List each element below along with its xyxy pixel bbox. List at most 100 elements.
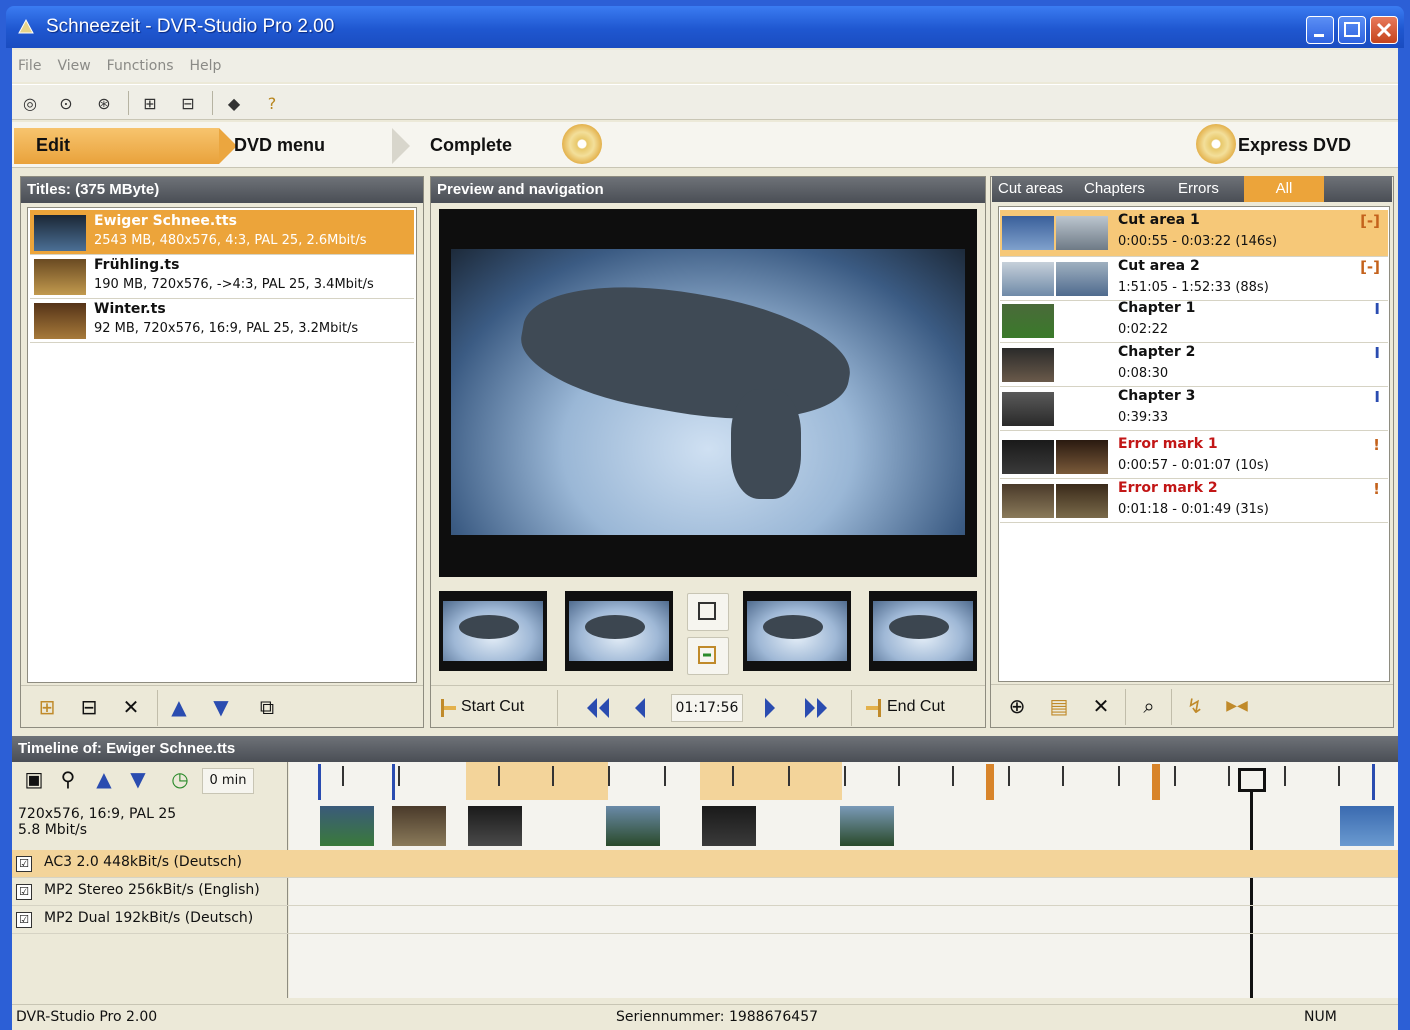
tab-chapters[interactable]: Chapters [1084, 176, 1145, 202]
cut-area-icon: [-] [1360, 212, 1380, 230]
error-mark-item[interactable]: Error mark 1 0:00:57 - 0:01:07 (10s) ! [1000, 434, 1388, 479]
mark-name: Cut area 2 [1118, 258, 1200, 274]
add-title-icon[interactable]: ⊞ [33, 694, 61, 720]
chapter-item[interactable]: Chapter 3 0:39:33 I [1000, 386, 1388, 431]
chapter-marker[interactable] [318, 764, 321, 800]
settings-icon[interactable]: ▣ [20, 766, 48, 792]
delete-icon[interactable]: ✕ [1087, 693, 1115, 719]
search-mark-icon[interactable]: ⌕ [1135, 693, 1163, 719]
mark-name: Cut area 1 [1118, 212, 1200, 228]
chevron-right-icon [392, 128, 410, 164]
snapshot-button[interactable] [687, 593, 729, 631]
zoom-display[interactable]: 0 min [202, 768, 254, 794]
move-down-icon[interactable]: ▼ [207, 694, 235, 720]
preview-thumbnail[interactable] [743, 591, 851, 671]
chapter-item[interactable]: Chapter 1 0:02:22 I [1000, 298, 1388, 343]
video-preview[interactable] [439, 209, 977, 577]
rewind-icon[interactable] [585, 696, 611, 720]
menu-file[interactable]: File [18, 50, 41, 82]
open-disc-icon[interactable]: ⊙ [54, 92, 78, 114]
ruler-tick [498, 766, 500, 786]
tab-cut-areas[interactable]: Cut areas [998, 176, 1063, 202]
menu-help[interactable]: Help [190, 50, 222, 82]
start-cut-button[interactable]: Start Cut [461, 698, 524, 716]
maximize-button[interactable] [1338, 16, 1366, 44]
mark-time: 0:00:57 - 0:01:07 (10s) [1118, 458, 1269, 473]
help-icon[interactable]: ? [260, 92, 284, 114]
title-item[interactable]: Ewiger Schnee.tts 2543 MB, 480x576, 4:3,… [30, 210, 414, 255]
cut-area-icon: [-] [1360, 258, 1380, 276]
workflow-dvd-menu-tab[interactable]: DVD menu [234, 135, 325, 156]
timeline-thumbnail [320, 806, 374, 846]
zoom-out-icon[interactable]: ▼ [124, 766, 152, 792]
cut-marker-icon[interactable]: ▶◀ [1223, 693, 1251, 719]
playhead-handle[interactable] [1238, 768, 1266, 792]
add-file-icon[interactable]: ⊟ [75, 694, 103, 720]
status-app: DVR-Studio Pro 2.00 [16, 1009, 158, 1025]
error-marker[interactable] [986, 764, 994, 800]
zoom-in-icon[interactable]: ▲ [90, 766, 118, 792]
workflow-complete-tab[interactable]: Complete [430, 135, 512, 156]
mark-time: 0:01:18 - 0:01:49 (31s) [1118, 502, 1269, 517]
jump-button[interactable] [687, 637, 729, 675]
checkbox[interactable]: ☑ [16, 884, 32, 900]
mark-time: 1:51:05 - 1:52:33 (88s) [1118, 280, 1269, 295]
preview-thumbnail[interactable] [439, 591, 547, 671]
add-mark-icon[interactable]: ⊕ [1003, 693, 1031, 719]
audio-track[interactable]: ☑ AC3 2.0 448kBit/s (Deutsch) [12, 850, 1398, 878]
timecode-display[interactable]: 01:17:56 [671, 694, 743, 722]
info-icon[interactable]: ◆ [222, 92, 246, 114]
end-cut-button[interactable]: End Cut [887, 698, 945, 716]
express-dvd-button[interactable]: Express DVD [1238, 135, 1351, 156]
mark-thumbnail [1056, 484, 1108, 518]
chapter-item[interactable]: Chapter 2 0:08:30 I [1000, 342, 1388, 387]
chapter-marker[interactable] [1372, 764, 1375, 800]
window-title: Schneezeit - DVR-Studio Pro 2.00 [46, 16, 335, 37]
step-back-icon[interactable] [631, 696, 647, 720]
move-up-icon[interactable]: ▲ [165, 694, 193, 720]
tab-all[interactable]: All [1244, 176, 1324, 202]
menu-functions[interactable]: Functions [107, 50, 174, 82]
checkbox[interactable]: ☑ [16, 912, 32, 928]
audio-track[interactable]: ☑ MP2 Stereo 256kBit/s (English) [12, 878, 1398, 906]
clock-icon[interactable]: ◷ [166, 766, 194, 792]
mark-thumbnail [1002, 348, 1054, 382]
audio-track[interactable]: ☑ MP2 Dual 192kBit/s (Deutsch) [12, 906, 1398, 934]
error-mark-item[interactable]: Error mark 2 0:01:18 - 0:01:49 (31s) ! [1000, 478, 1388, 523]
timeline-thumbnail [606, 806, 660, 846]
auto-cut-icon[interactable]: ↯ [1181, 693, 1209, 719]
close-button[interactable] [1370, 16, 1398, 44]
disc-icon[interactable]: ◎ [18, 92, 42, 114]
add-file-icon[interactable]: ⊟ [176, 92, 200, 114]
title-thumbnail [34, 259, 86, 295]
chapter-marker[interactable] [392, 764, 395, 800]
ruler-tick [1228, 766, 1230, 786]
mark-name: Chapter 1 [1118, 300, 1196, 316]
step-forward-icon[interactable] [763, 696, 779, 720]
title-bar[interactable]: Schneezeit - DVR-Studio Pro 2.00 [6, 6, 1404, 48]
cut-area-item[interactable]: Cut area 2 1:51:05 - 1:52:33 (88s) [-] [1000, 256, 1388, 301]
title-item[interactable]: Frühling.ts 190 MB, 720x576, ->4:3, PAL … [30, 254, 414, 299]
cut-area-item[interactable]: Cut area 1 0:00:55 - 0:03:22 (146s) [-] [1000, 210, 1388, 257]
minimize-button[interactable] [1306, 16, 1334, 44]
join-titles-icon[interactable]: ⧉ [253, 694, 281, 720]
search-icon[interactable]: ⚲ [54, 766, 82, 792]
ruler-tick [952, 766, 954, 786]
checkbox[interactable]: ☑ [16, 856, 32, 872]
chapter-icon: I [1374, 300, 1380, 318]
title-item[interactable]: Winter.ts 92 MB, 720x576, 16:9, PAL 25, … [30, 298, 414, 343]
save-disc-icon[interactable]: ⊛ [92, 92, 116, 114]
menu-view[interactable]: View [57, 50, 90, 82]
preview-thumbnail[interactable] [869, 591, 977, 671]
timeline-thumbnail [468, 806, 522, 846]
app-icon [18, 18, 34, 34]
delete-icon[interactable]: ✕ [117, 694, 145, 720]
title-info: 92 MB, 720x576, 16:9, PAL 25, 3.2Mbit/s [94, 321, 359, 336]
fast-forward-icon[interactable] [803, 696, 829, 720]
tab-errors[interactable]: Errors [1178, 176, 1219, 202]
error-marker[interactable] [1152, 764, 1160, 800]
save-marks-icon[interactable]: ▤ [1045, 693, 1073, 719]
add-title-icon[interactable]: ⊞ [138, 92, 162, 114]
ruler-tick [732, 766, 734, 786]
preview-thumbnail[interactable] [565, 591, 673, 671]
